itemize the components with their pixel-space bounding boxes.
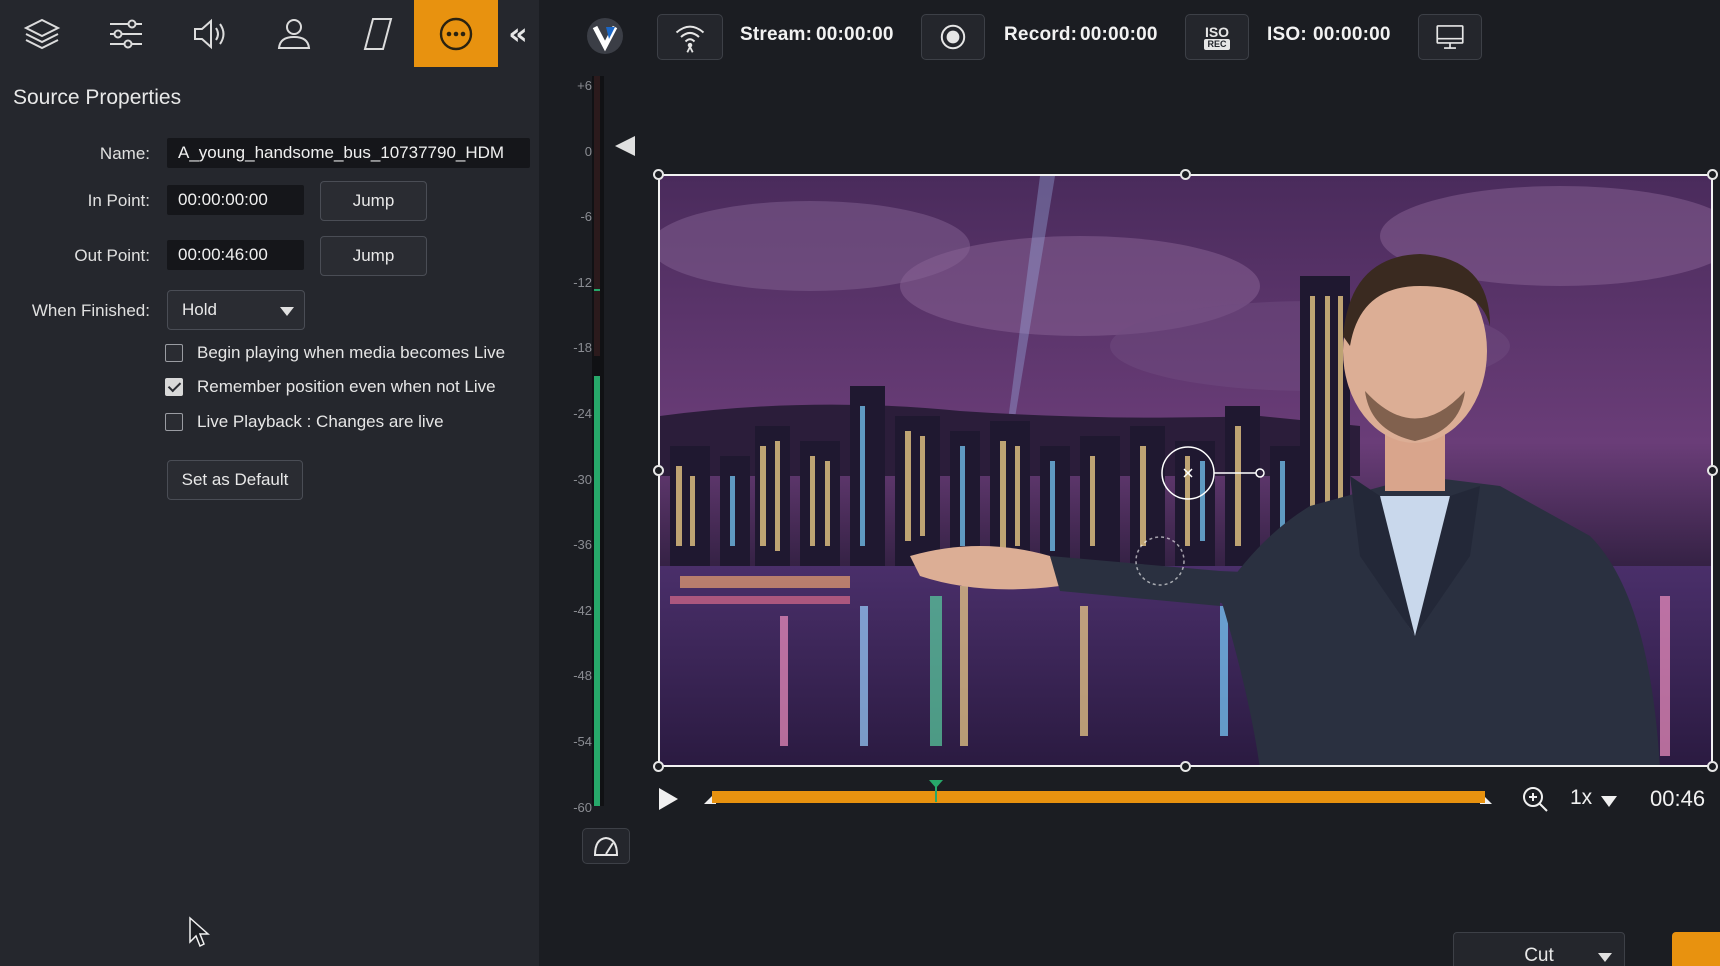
option-label: Live Playback : Changes are live (197, 412, 444, 431)
collapse-panel-button[interactable]: « (500, 16, 536, 52)
panel-title: Source Properties (13, 86, 182, 109)
resize-handle-top-right[interactable] (1707, 169, 1718, 180)
layers-tool-button[interactable] (0, 0, 84, 67)
playhead-marker[interactable] (929, 780, 944, 802)
meter-tick-label: -60 (573, 799, 592, 815)
audio-dial-button[interactable] (582, 828, 630, 864)
more-options-tool-button[interactable] (414, 0, 498, 67)
when-finished-value: Hold (182, 300, 217, 319)
in-point-jump-button[interactable]: Jump (320, 181, 427, 221)
status-bar: Stream: 00:00:00 Record: 00:00:00 ISO RE… (539, 0, 1720, 70)
option-begin-playing[interactable]: Begin playing when media becomes Live (165, 343, 505, 363)
in-point-field[interactable]: 00:00:00:00 (167, 185, 304, 215)
stream-time: 00:00:00 (816, 24, 894, 45)
speaker-icon (194, 18, 225, 49)
app-logo (581, 13, 629, 59)
meter-tick-label: -48 (573, 668, 592, 684)
set-as-default-button[interactable]: Set as Default (167, 460, 303, 500)
audio-tool-button[interactable] (168, 0, 252, 67)
duration-display: 00:46 (1650, 786, 1706, 811)
meter-tick-label: -6 (580, 209, 592, 225)
record-time: 00:00:00 (1080, 24, 1158, 45)
crop-tool-button[interactable] (336, 0, 420, 67)
iso-record-button[interactable]: ISO REC (1185, 14, 1249, 60)
meter-tick-label: -36 (573, 537, 592, 553)
display-output-button[interactable] (1418, 14, 1482, 60)
resize-handle-left[interactable] (653, 465, 664, 476)
resize-handle-bottom-right[interactable] (1707, 761, 1718, 772)
gauge-icon (593, 836, 619, 856)
resize-handle-top-left[interactable] (653, 169, 664, 180)
mouse-cursor-icon (189, 916, 210, 948)
audio-meter-headroom (594, 76, 600, 356)
person-tool-button[interactable] (252, 0, 336, 67)
zoom-in-icon[interactable] (1520, 784, 1550, 814)
layers-icon (23, 18, 61, 49)
checkbox-checked[interactable] (165, 378, 183, 396)
rec-badge-text: REC (1204, 38, 1230, 50)
iso-label: ISO: (1267, 24, 1307, 45)
settings-tool-button[interactable] (84, 0, 168, 67)
meter-tick-label: -24 (573, 406, 592, 421)
checkbox[interactable] (165, 344, 183, 362)
record-label: Record: (1004, 24, 1078, 45)
name-field[interactable]: A_young_handsome_bus_10737790_HDM (167, 138, 530, 168)
meter-tick-label: -12 (573, 274, 592, 290)
meter-tick-label: 0 (584, 143, 592, 159)
record-icon (940, 24, 966, 50)
meter-tick-label: -30 (573, 471, 592, 487)
option-label: Remember position even when not Live (197, 377, 496, 396)
parallelogram-icon (363, 17, 393, 50)
stream-button[interactable] (657, 14, 723, 60)
play-icon[interactable] (655, 786, 681, 812)
audio-meter-peak (594, 289, 600, 291)
logo-icon (587, 18, 623, 54)
checkbox[interactable] (165, 413, 183, 431)
playback-speed[interactable]: 1x (1570, 786, 1592, 810)
resize-handle-right[interactable] (1707, 465, 1718, 476)
wifi-broadcast-icon (675, 25, 705, 53)
more-options-icon (439, 17, 473, 50)
chevron-down-icon[interactable] (1600, 794, 1618, 808)
out-point-field[interactable]: 00:00:46:00 (167, 240, 304, 270)
transition-value: Cut (1524, 945, 1554, 966)
iso-time: 00:00:00 (1313, 24, 1391, 45)
chevron-down-icon (280, 307, 294, 316)
preview-canvas[interactable] (658, 174, 1713, 767)
resize-handle-bottom-left[interactable] (653, 761, 664, 772)
when-finished-label: When Finished: (31, 301, 150, 320)
out-point-jump-button[interactable]: Jump (320, 236, 427, 276)
transition-select[interactable]: Cut (1453, 932, 1625, 966)
meter-tick-label: -42 (573, 602, 592, 618)
monitor-icon (1436, 25, 1464, 49)
record-button[interactable] (921, 14, 985, 60)
meter-tick-label: -54 (573, 734, 592, 749)
person-icon (277, 18, 311, 49)
chevron-down-icon (1598, 953, 1612, 962)
source-properties-panel: « Source Properties Name: A_young_handso… (0, 0, 539, 966)
when-finished-select[interactable]: Hold (167, 290, 305, 330)
volume-arrow-icon[interactable] (615, 136, 635, 156)
in-point-label: In Point: (87, 191, 150, 210)
meter-tick-label: -18 (573, 340, 592, 356)
option-remember-position[interactable]: Remember position even when not Live (165, 377, 496, 397)
resize-handle-bottom[interactable] (1180, 761, 1191, 772)
stream-label: Stream: (740, 24, 813, 45)
out-point-label: Out Point: (74, 246, 150, 265)
sliders-icon (110, 19, 142, 48)
app-window: « Source Properties Name: A_young_handso… (0, 0, 1720, 966)
audio-meter-level (594, 376, 600, 806)
preview-image (660, 176, 1711, 765)
take-button[interactable] (1672, 932, 1720, 966)
meter-tick-label: +6 (577, 78, 592, 93)
option-live-playback[interactable]: Live Playback : Changes are live (165, 412, 444, 432)
iso-badge-text: ISO (1204, 23, 1230, 40)
option-label: Begin playing when media becomes Live (197, 343, 506, 362)
resize-handle-top[interactable] (1180, 169, 1191, 180)
name-label: Name: (99, 144, 150, 163)
timeline-scrubber[interactable] (712, 791, 1485, 803)
